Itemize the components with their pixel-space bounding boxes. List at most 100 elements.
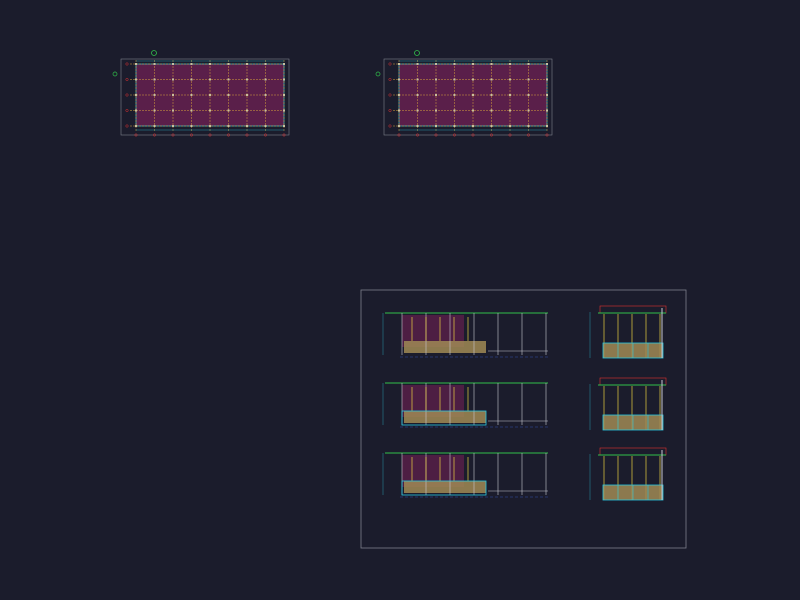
column-node [264,78,267,81]
column-node [209,94,211,96]
column-node [172,94,174,96]
column-node [472,125,474,127]
column-node [153,94,156,96]
column-node [209,63,211,65]
column-node [246,94,248,96]
column-node [435,78,437,81]
column-node [435,125,437,127]
column-node [398,94,400,96]
column-node [172,63,174,65]
column-node [283,78,285,81]
column-node [527,109,530,112]
short-section-1 [589,305,667,359]
short-section-2 [589,377,667,431]
axis-bubble-icon [388,109,392,112]
section-sheet[interactable] [360,289,687,549]
column-node [172,78,174,81]
column-node [153,109,156,112]
column-node [398,78,400,81]
long-sections [382,312,548,498]
column-node [527,63,530,65]
column-node [209,125,211,127]
column-node [453,109,456,112]
column-node [472,78,474,81]
roof-truss [599,377,667,386]
column-node [227,63,230,65]
floor-plan-2[interactable] [375,50,553,137]
column-node [509,109,511,112]
column-node [135,63,137,65]
axis-bubble-icon [125,109,129,112]
column-node [227,94,230,96]
column-node [227,125,230,127]
column-node [453,125,456,127]
column-node [246,109,248,112]
column-node [416,125,419,127]
north-arrow-icon [151,50,157,56]
column-node [227,109,230,112]
column-node [264,109,267,112]
column-node [490,94,493,96]
axis-bubble-icon [125,78,129,81]
column-node [416,63,419,65]
short-section-3 [589,447,667,501]
column-node [527,125,530,127]
column-node [172,125,174,127]
axis-bubble-icon [388,62,392,66]
column-node [283,109,285,112]
column-node [416,94,419,96]
section-marker-icon [112,71,118,77]
column-node [398,109,400,112]
column-node [135,78,137,81]
column-node [264,125,267,127]
axis-bubble-icon [388,124,392,128]
long-section-3 [382,452,548,498]
column-node [190,78,193,81]
column-node [453,94,456,96]
column-node [546,125,548,127]
column-node [453,78,456,81]
column-node [472,94,474,96]
column-node [416,109,419,112]
column-node [283,63,285,65]
short-sections [589,305,667,501]
column-node [527,78,530,81]
column-node [227,78,230,81]
column-node [283,125,285,127]
column-node [509,63,511,65]
column-node [472,63,474,65]
column-node [398,63,400,65]
column-node [509,125,511,127]
column-node [135,94,137,96]
axis-bubble-icon [388,93,392,97]
column-node [246,125,248,127]
axis-bubble-icon [125,62,129,66]
roof-truss [599,305,667,314]
column-node [135,125,137,127]
column-node [435,63,437,65]
column-node [416,78,419,81]
column-node [190,63,193,65]
column-node [527,94,530,96]
column-node [472,109,474,112]
long-section-1 [382,312,548,358]
floor-plan-1[interactable] [112,50,290,137]
column-node [490,125,493,127]
column-node [190,109,193,112]
column-node [490,109,493,112]
long-section-2 [382,382,548,428]
column-node [135,109,137,112]
column-node [435,109,437,112]
cad-model-space [112,50,687,549]
column-node [490,63,493,65]
column-node [246,78,248,81]
column-node [546,94,548,96]
column-node [546,78,548,81]
column-node [153,78,156,81]
column-node [209,109,211,112]
cad-drawing-canvas[interactable] [0,0,800,600]
column-node [209,78,211,81]
column-node [190,94,193,96]
column-node [264,63,267,65]
column-node [546,109,548,112]
